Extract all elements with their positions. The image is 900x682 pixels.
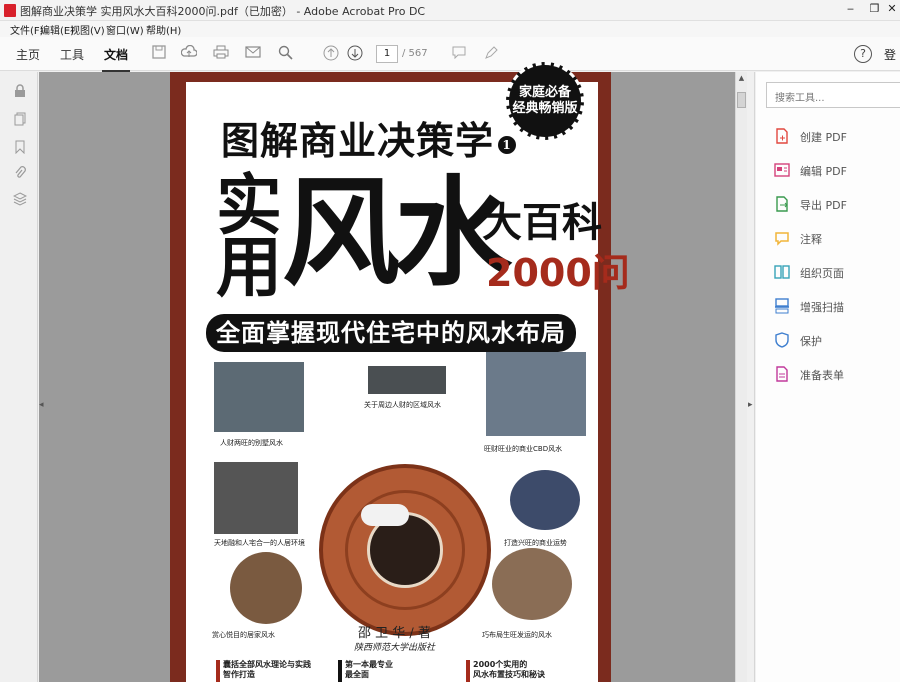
dining-photo [492,548,572,620]
scroll-thumb[interactable] [737,92,746,108]
caption-villa: 人财两旺的别墅风水 [220,439,283,447]
cover-author: 邵 卫 华 / 著 [358,626,431,641]
page-thumbnails-icon[interactable] [13,112,27,127]
page-number-input[interactable]: 1 [376,45,398,63]
upload-cloud-icon[interactable] [180,44,198,63]
page-total: / 567 [402,48,428,59]
acrobat-app-icon [4,4,16,17]
tab-tools[interactable]: 工具 [60,46,84,63]
tool-label: 导出 PDF [800,199,847,212]
cover-title-right: 大百科 [482,200,602,246]
interior-photo [230,552,302,624]
main-toolbar: 主页 工具 文档 1 / 567 ? 登 [0,37,900,72]
cover-bottom-note-2: 第一本最专业 最全面 [338,660,448,682]
tool-label: 注释 [800,233,822,246]
window-title: 图解商业决策学 实用风水大百科2000问.pdf（已加密） - Adobe Ac… [20,5,426,18]
vertical-scrollbar[interactable]: ▲ [735,72,747,682]
cover-title-big: 风水 [282,163,512,302]
attachment-icon[interactable] [13,166,27,181]
create-pdf-icon [776,128,788,144]
caption-region: 关于周边人财的区域风水 [364,401,441,409]
menu-edit[interactable]: 编辑(E) [40,22,74,37]
menu-view[interactable]: 视图(V) [70,22,105,37]
comment-bubble-icon[interactable] [450,45,468,63]
cover-bottom-note-3: 2000个实用的 风水布置技巧和秘诀 [466,660,586,682]
menu-bar: 文件(F) 编辑(E) 视图(V) 窗口(W) 帮助(H) [0,21,900,37]
enhance-scan-icon [775,298,789,314]
tools-pane: 搜索工具... 创建 PDF 编辑 PDF 导出 PDF 注释 组织页面 增强扫… [756,72,900,682]
edit-pdf-icon [774,163,790,177]
caption-dining: 巧布局生旺发运的风水 [482,631,552,639]
sign-in-link[interactable]: 登 [884,46,896,63]
export-pdf-icon [776,196,788,212]
cover-title-number: 2000问 [486,251,630,295]
shop-photo [510,470,580,530]
tool-label: 编辑 PDF [800,165,847,178]
villa-photo [214,362,304,432]
layers-icon[interactable] [12,192,28,207]
cover-title-small: 实用 [216,166,282,306]
pdf-page-cover: 图解商业决策学 1 实用 风水 大百科 2000问 全面掌握现代住宅中的风水布局 … [170,62,630,682]
menu-file[interactable]: 文件(F) [10,22,44,37]
tool-label: 保护 [800,335,822,348]
highlight-pen-icon[interactable] [482,45,500,63]
right-panel-collapse[interactable]: ▸ [747,72,755,682]
cbd-photo [486,352,586,436]
caption-interior: 赏心悦目的居家风水 [212,631,275,639]
search-icon[interactable] [276,45,294,63]
minimize-button[interactable]: ‒ [838,0,863,18]
collapse-left-panel-icon[interactable]: ◂ [39,400,47,412]
scroll-up-icon[interactable]: ▲ [737,74,746,83]
next-page-icon[interactable] [346,45,364,63]
caption-cbd: 旺财旺业的商业CBD风水 [484,445,563,453]
stadium-photo [368,366,446,394]
close-button[interactable]: ✕ [884,0,900,18]
cover-series-title: 图解商业决策学 1 [221,110,517,165]
menu-help[interactable]: 帮助(H) [146,22,181,37]
left-navigation-rail [0,72,38,682]
email-icon[interactable] [244,45,262,63]
feng-shui-compass-image [319,464,491,636]
tool-label: 准备表单 [800,369,844,382]
protect-icon [775,332,789,348]
tab-home[interactable]: 主页 [16,46,40,63]
caption-village: 天地融和人宅合一的人居环境 [214,539,305,547]
tool-label: 组织页面 [800,267,844,280]
collapse-right-panel-icon[interactable]: ▸ [748,400,753,410]
cover-banner: 全面掌握现代住宅中的风水布局 [206,314,576,352]
tab-document[interactable]: 文档 [101,46,131,72]
search-tools-input[interactable]: 搜索工具... [766,82,900,108]
menu-window[interactable]: 窗口(W) [106,22,144,37]
cover-publisher: 陕西师范大学出版社 [354,643,436,653]
cover-inner: 图解商业决策学 1 实用 风水 大百科 2000问 全面掌握现代住宅中的风水布局 … [186,82,630,682]
comment-icon [775,232,789,246]
tool-label: 增强扫描 [800,301,844,314]
lock-icon[interactable] [13,84,27,99]
cover-bottom-note-1: 囊括全部风水理论与实践 智作打造 [216,660,316,682]
bestseller-seal: 家庭必备 经典畅销版 [506,62,584,140]
print-icon[interactable] [212,45,230,63]
tool-label: 创建 PDF [800,131,847,144]
title-bar: 图解商业决策学 实用风水大百科2000问.pdf（已加密） - Adobe Ac… [0,0,900,21]
village-photo [214,462,298,534]
prepare-form-icon [776,366,788,382]
caption-shop: 打造兴旺的商业运势 [504,539,567,547]
help-button[interactable]: ? [854,45,872,63]
organize-pages-icon [774,265,790,279]
previous-page-icon[interactable] [322,45,340,63]
save-icon[interactable] [150,45,168,63]
bookmark-icon[interactable] [13,140,27,155]
